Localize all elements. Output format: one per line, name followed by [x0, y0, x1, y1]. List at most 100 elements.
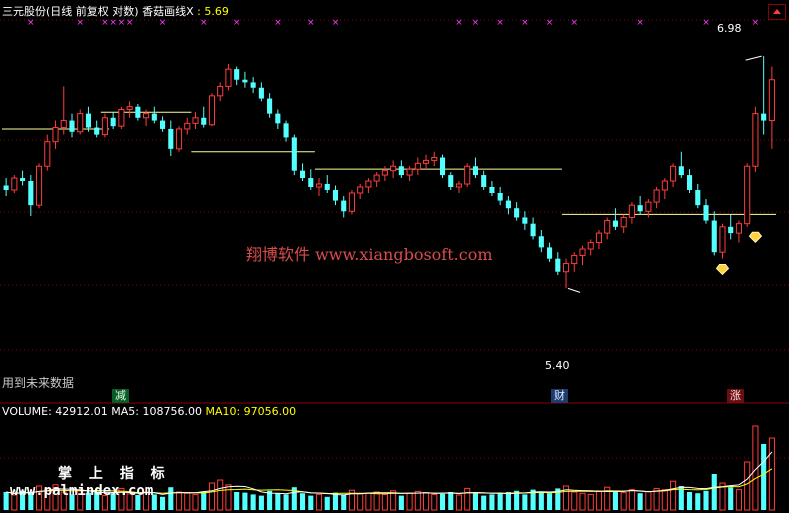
top-marker: ×	[332, 18, 340, 28]
candle-body	[332, 189, 339, 201]
low-price-label: 5.40	[545, 359, 570, 372]
candle-body	[77, 113, 84, 133]
volume-bar	[538, 492, 544, 510]
candle-body	[522, 217, 528, 224]
volume-bar	[201, 491, 207, 510]
chart-window: × × × × × × × × × × × × × × × × × × × × × 三元股份(日线 前复权 对数) 香菇…	[0, 0, 789, 513]
top-marker: ×	[570, 18, 578, 28]
candle-body	[497, 193, 503, 201]
volume-bar	[637, 493, 643, 510]
candle-body	[365, 180, 372, 188]
candle-body	[94, 127, 100, 135]
volume-bar	[735, 489, 742, 511]
volume-bar	[761, 444, 767, 510]
top-marker: ×	[702, 18, 710, 28]
signal-tag-zhang: 涨	[727, 389, 744, 403]
candle-body	[744, 165, 751, 225]
candle-body	[711, 220, 717, 253]
candle-body	[612, 220, 618, 227]
high-price-label: 6.98	[717, 22, 742, 35]
volume-bar	[175, 491, 183, 511]
candle-body	[20, 178, 26, 182]
signal-tag-jian: 减	[112, 389, 129, 403]
candle-body	[110, 117, 116, 127]
volume-bar	[299, 493, 306, 510]
future-data-note: 用到未来数据	[2, 376, 75, 390]
top-marker: ×	[126, 18, 134, 28]
top-marker: ×	[233, 18, 241, 28]
candle-body	[44, 141, 51, 167]
candle-body	[719, 226, 726, 253]
candle-body	[357, 186, 364, 194]
candle-body	[225, 68, 232, 87]
candle-body	[703, 205, 709, 221]
volume-bar	[628, 489, 635, 511]
volume-bar	[703, 490, 709, 510]
candle-body	[538, 236, 544, 248]
candle-body	[60, 120, 67, 129]
volume-bar	[612, 492, 618, 510]
ma5-value: MA5: 108756.00	[111, 405, 202, 418]
candle-body	[184, 122, 191, 130]
top-marker: ×	[118, 18, 126, 28]
candle-body	[579, 248, 586, 256]
candle-body	[69, 120, 75, 132]
top-marker: ×	[101, 18, 109, 28]
candle-body	[234, 69, 240, 80]
candle-body	[28, 181, 34, 206]
candle-body	[308, 178, 314, 187]
candle-body	[406, 168, 413, 176]
volume-bar	[208, 482, 216, 511]
volume-bar	[414, 490, 421, 511]
top-marker: ×	[200, 18, 208, 28]
candle-body	[604, 220, 611, 234]
volume-bar	[184, 492, 191, 511]
candle-body	[85, 113, 92, 128]
candle-body	[653, 189, 660, 203]
volume-bar	[406, 492, 413, 511]
candle-body	[562, 263, 570, 273]
candle-body	[423, 159, 430, 164]
candle-body	[505, 200, 511, 209]
volume-bar	[217, 479, 224, 511]
volume-bar	[431, 493, 438, 511]
top-marker: ×	[109, 18, 117, 28]
candle-body	[431, 157, 438, 161]
volume-bar	[250, 494, 256, 510]
volume-bar	[497, 493, 503, 510]
volume-bar	[267, 490, 273, 510]
volume-bar	[686, 492, 693, 510]
indicator-label: 香菇画线X	[142, 5, 194, 18]
volume-bar	[728, 487, 734, 510]
top-marker: ×	[496, 18, 504, 28]
candle-body	[514, 208, 520, 218]
watermark-zhangshang: 掌 上 指 标	[58, 466, 171, 482]
volume-bar	[308, 495, 314, 510]
top-marker: ×	[472, 18, 480, 28]
candle-body	[250, 82, 256, 88]
top-marker: ×	[27, 18, 35, 28]
volume-bar	[695, 493, 701, 510]
candle-body	[530, 223, 536, 237]
candle-body	[126, 106, 133, 110]
volume-bar	[464, 487, 471, 511]
top-marker: ×	[455, 18, 463, 28]
top-marker: ×	[76, 18, 84, 28]
candle-body	[242, 79, 248, 83]
top-marker: ×	[752, 18, 760, 28]
candle-body	[348, 192, 355, 212]
expand-panel-icon[interactable]	[768, 4, 786, 20]
candle-body	[118, 108, 125, 127]
candle-body	[258, 87, 264, 99]
volume-bar	[472, 493, 479, 510]
volume-bar	[192, 493, 199, 511]
candle-body	[472, 166, 479, 176]
volume-bar	[670, 480, 677, 511]
candle-body	[11, 177, 18, 191]
candle-body	[547, 247, 553, 259]
candle-body	[628, 204, 635, 218]
candle-body	[151, 113, 157, 121]
candle-body	[192, 117, 199, 124]
volume-bar	[373, 491, 380, 511]
candle-body	[201, 117, 207, 125]
